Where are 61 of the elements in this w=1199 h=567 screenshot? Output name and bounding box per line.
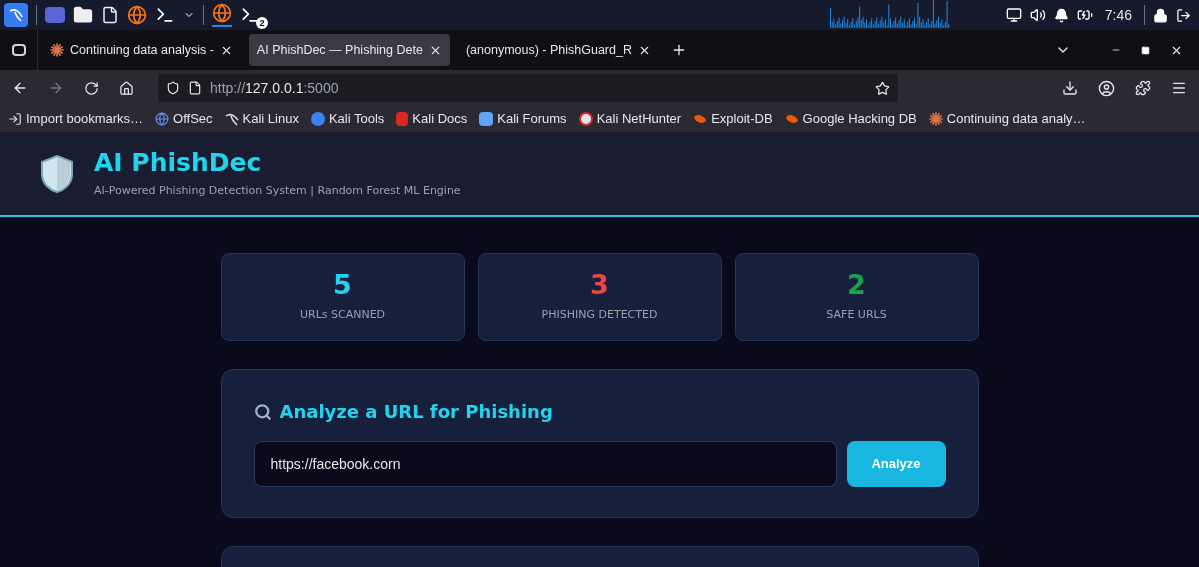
stat-label: PHISHING DETECTED (541, 306, 658, 323)
globe-icon (155, 112, 170, 126)
page-icon (188, 81, 202, 95)
browser-tab[interactable]: AI PhishDec — Phishing Dete (248, 34, 450, 66)
bookmark-link[interactable]: Kali Forums (479, 109, 567, 129)
bookmark-link[interactable]: Kali Docs (396, 109, 468, 129)
browser-icon[interactable] (127, 5, 147, 25)
tools-icon (310, 112, 325, 126)
bookmark-link[interactable]: Exploit-DB (693, 109, 773, 129)
docs-icon (396, 112, 409, 126)
forums-icon (479, 112, 494, 126)
spark-icon (928, 112, 943, 126)
bookmark-star-icon[interactable] (875, 80, 890, 96)
home-icon[interactable] (119, 80, 134, 96)
bookmark-link[interactable]: OffSec (155, 109, 213, 129)
battery-icon[interactable] (1076, 7, 1093, 23)
extensions-icon[interactable] (1135, 80, 1151, 96)
maximize-icon[interactable] (1141, 45, 1150, 55)
browser-tab[interactable]: Continuing data analysis - (42, 34, 241, 66)
tab-overview-icon[interactable] (11, 44, 26, 56)
analyze-heading: Analyze a URL for Phishing (279, 400, 553, 424)
app-menu-icon[interactable] (4, 3, 28, 27)
stat-value: 3 (590, 270, 609, 299)
nethunter-icon (578, 112, 593, 126)
network-icon[interactable] (1005, 7, 1022, 23)
stat-label: SAFE URLS (826, 306, 887, 323)
bookmark-link[interactable]: Google Hacking DB (784, 109, 917, 129)
bookmark-link[interactable]: Kali Linux (224, 109, 299, 129)
terminal-icon[interactable] (155, 5, 175, 25)
logout-icon[interactable] (1176, 7, 1191, 23)
url-input-field[interactable]: https://facebook.corn (253, 441, 837, 487)
lock-icon[interactable] (1153, 7, 1168, 23)
download-icon[interactable] (1062, 80, 1078, 96)
bookmark-link[interactable]: Continuing data analy… (928, 109, 1086, 129)
menu-icon[interactable] (1171, 80, 1187, 96)
browser-tab[interactable]: (anonymous) - PhishGuard_R (457, 34, 659, 66)
window-count-badge: 2 (256, 17, 268, 29)
shield-icon (166, 81, 180, 95)
stat-label: URLs SCANNED (299, 306, 386, 323)
app-title: AI PhishDec (94, 148, 263, 177)
search-icon (253, 402, 272, 421)
forward-icon[interactable] (48, 80, 64, 96)
stat-value: 5 (333, 270, 352, 299)
folder-icon[interactable] (73, 5, 93, 25)
bookmark-link[interactable]: Kali Tools (310, 109, 385, 129)
address-bar[interactable]: http://127.0.0.1:5000 (158, 74, 898, 102)
back-icon[interactable] (12, 80, 28, 96)
stat-value: 2 (847, 270, 866, 299)
account-icon[interactable] (1098, 79, 1115, 97)
clock: 7:46 (1103, 6, 1133, 25)
volume-icon[interactable] (1029, 7, 1046, 23)
shield-icon (40, 154, 74, 194)
notification-icon[interactable] (1053, 7, 1069, 23)
spark-icon (50, 43, 64, 57)
bookmark-link[interactable]: Import bookmarks… (8, 109, 144, 129)
bookmark-link[interactable]: Kali NetHunter (578, 109, 682, 129)
import-icon (8, 112, 22, 126)
app-subtitle: AI-Powered Phishing Detection System | Random Forest ML Engine (94, 182, 461, 199)
document-icon[interactable] (101, 6, 119, 24)
browser-icon[interactable] (212, 3, 232, 23)
reload-icon[interactable] (84, 80, 99, 96)
